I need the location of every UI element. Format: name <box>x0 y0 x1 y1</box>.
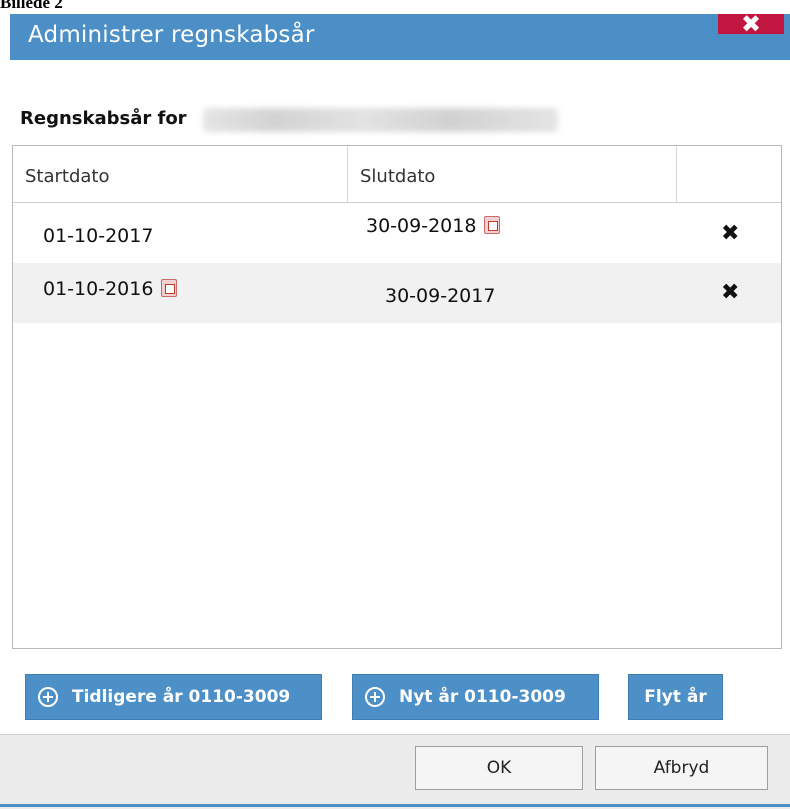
column-header-slutdato[interactable]: Slutdato <box>348 146 676 202</box>
ok-button[interactable]: OK <box>415 746 583 790</box>
delete-icon[interactable]: ✖ <box>721 223 739 245</box>
add-new-year-label: Nyt år 0110-3009 <box>399 687 566 707</box>
calendar-icon[interactable] <box>161 279 178 297</box>
column-header-startdato[interactable]: Startdato <box>13 146 347 202</box>
add-earlier-year-button[interactable]: Tidligere år 0110-3009 <box>25 674 322 720</box>
start-date-value[interactable]: 01-10-2016 <box>43 278 153 300</box>
grid-header: Startdato Slutdato <box>13 146 781 203</box>
plus-circle-icon <box>365 687 385 707</box>
dialog-title: Administrer regnskabsår <box>28 22 315 48</box>
fiscal-years-grid: Startdato Slutdato 01-10-2017 30-09-2018… <box>12 145 782 649</box>
calendar-icon[interactable] <box>484 216 501 234</box>
end-date-cell[interactable]: 30-09-2017 <box>385 285 495 307</box>
add-earlier-year-label: Tidligere år 0110-3009 <box>72 687 291 707</box>
redacted-company-name <box>203 108 558 132</box>
delete-icon[interactable]: ✖ <box>721 282 739 304</box>
close-button[interactable]: ✖ <box>718 12 784 36</box>
table-row[interactable]: 01-10-2017 30-09-2018 ✖ <box>13 203 781 263</box>
plus-circle-icon <box>38 687 58 707</box>
cancel-button[interactable]: Afbryd <box>595 746 768 790</box>
add-new-year-button[interactable]: Nyt år 0110-3009 <box>352 674 599 720</box>
dialog-titlebar: Administrer regnskabsår ✖ <box>10 12 790 60</box>
column-header-actions <box>677 146 781 202</box>
move-year-label: Flyt år <box>644 687 707 707</box>
start-date-cell[interactable]: 01-10-2017 <box>43 225 153 247</box>
end-date-value[interactable]: 30-09-2018 <box>366 215 476 237</box>
close-icon: ✖ <box>740 10 762 38</box>
move-year-button[interactable]: Flyt år <box>628 674 723 720</box>
start-date-editor[interactable]: 01-10-2016 <box>43 278 178 300</box>
page-caption: Billede 2 <box>0 0 63 12</box>
fiscal-year-label: Regnskabsår for <box>20 108 187 129</box>
end-date-editor[interactable]: 30-09-2018 <box>366 215 501 237</box>
footer-accent-line <box>0 804 790 807</box>
table-row[interactable]: 01-10-2016 30-09-2017 ✖ <box>13 263 781 323</box>
